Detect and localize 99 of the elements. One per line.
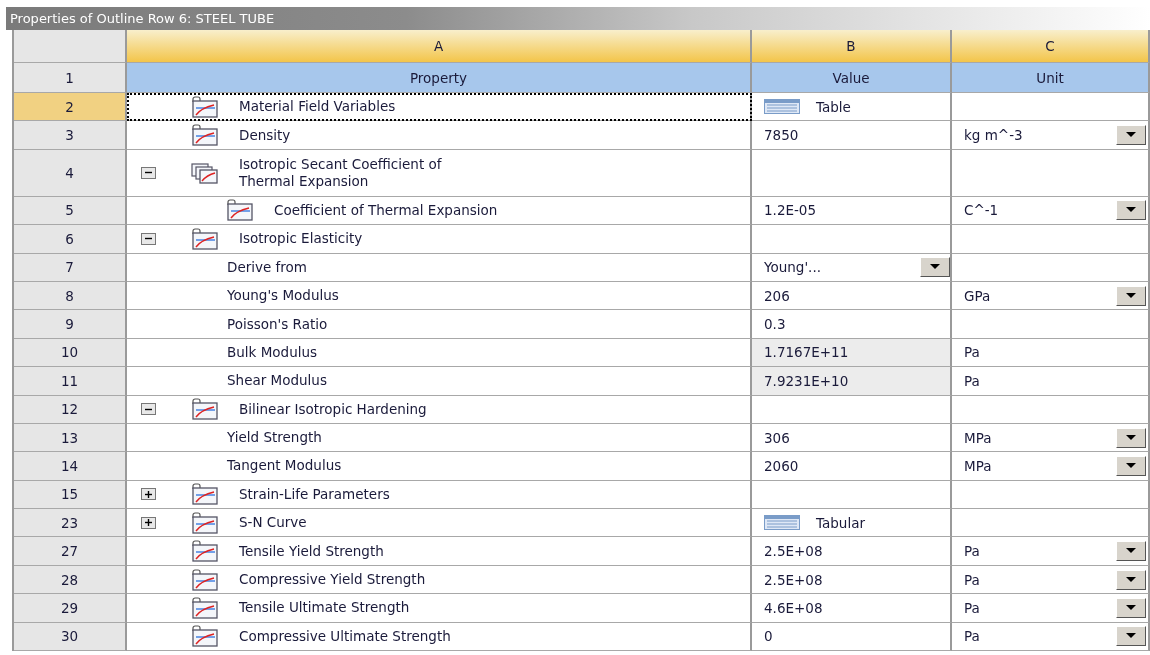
value-text: Table	[816, 98, 851, 115]
value-text[interactable]: 2.5E+08	[764, 571, 823, 588]
dropdown-value[interactable]: Young'...	[764, 259, 821, 276]
value-text: Tabular	[816, 514, 865, 531]
value-text[interactable]: 2.5E+08	[764, 543, 823, 560]
header-cell: Unit	[952, 63, 1150, 93]
property-label: Strain-Life Parameters	[239, 485, 390, 503]
plus-icon	[144, 518, 153, 528]
row-number[interactable]: 8	[14, 281, 127, 311]
unit-text: Pa	[964, 571, 980, 588]
row-number[interactable]: 23	[14, 509, 127, 538]
caret-icon	[1126, 207, 1136, 214]
unit-text: Pa	[964, 628, 980, 645]
plus-icon	[144, 489, 153, 499]
unit-text: Pa	[964, 372, 980, 389]
column-header[interactable]: A	[127, 30, 752, 63]
row-number[interactable]: 5	[14, 196, 127, 226]
property-label: Compressive Yield Strength	[239, 571, 426, 589]
unit-dropdown-button[interactable]	[1116, 541, 1146, 562]
unit-text: MPa	[964, 429, 992, 446]
caret-icon	[1126, 132, 1136, 139]
unit-dropdown-button[interactable]	[1116, 200, 1146, 221]
row-number[interactable]: 3	[14, 121, 127, 150]
row-number[interactable]: 11	[14, 367, 127, 396]
caret-icon	[1126, 548, 1136, 555]
property-label: Poisson's Ratio	[227, 315, 328, 333]
caret-icon	[1126, 576, 1136, 583]
value-text[interactable]: 7850	[764, 127, 799, 144]
row-number[interactable]: 10	[14, 338, 127, 368]
value-text[interactable]: 1.2E-05	[764, 202, 817, 219]
property-label: Tangent Modulus	[227, 457, 342, 475]
value-text[interactable]: 1.7167E+11	[764, 344, 849, 361]
collapse-toggle[interactable]	[141, 232, 156, 245]
column-header[interactable]: C	[952, 30, 1150, 63]
caret-icon	[1126, 292, 1136, 299]
property-label: Young's Modulus	[227, 287, 339, 305]
property-label: Density	[239, 126, 291, 144]
row-number[interactable]: 27	[14, 537, 127, 566]
unit-dropdown-button[interactable]	[1116, 285, 1146, 306]
unit-dropdown-button[interactable]	[1116, 456, 1146, 476]
property-label: Coefficient of Thermal Expansion	[274, 201, 498, 219]
property-label: Isotropic Elasticity	[239, 230, 363, 248]
unit-dropdown-button[interactable]	[1116, 427, 1146, 448]
unit-text: GPa	[964, 287, 991, 304]
row-number[interactable]: 6	[14, 225, 127, 254]
property-label: Shear Modulus	[227, 372, 327, 390]
row-number[interactable]: 30	[14, 622, 127, 652]
collapse-toggle[interactable]	[141, 166, 156, 179]
corner-cell[interactable]	[14, 30, 127, 63]
property-label: Tensile Ultimate Strength	[239, 599, 410, 617]
row-number[interactable]: 12	[14, 395, 127, 424]
expand-toggle[interactable]	[141, 488, 156, 501]
unit-text: Pa	[964, 599, 980, 616]
property-label: Tensile Yield Strength	[239, 542, 384, 560]
row-number: 1	[14, 63, 127, 93]
property-label: Isotropic Secant Coefficient of Thermal Expansion	[239, 155, 442, 190]
property-label: Bilinear Isotropic Hardening	[239, 400, 427, 418]
unit-text: MPa	[964, 458, 992, 474]
unit-dropdown-button[interactable]	[1116, 569, 1146, 590]
value-text[interactable]: 4.6E+08	[764, 599, 823, 616]
unit-text: Pa	[964, 543, 980, 560]
header-cell: Property	[127, 63, 752, 93]
property-label: Bulk Modulus	[227, 343, 318, 361]
value-text[interactable]: 2060	[764, 458, 799, 474]
property-label: Compressive Ultimate Strength	[239, 627, 451, 645]
value-text[interactable]: 0	[764, 628, 773, 645]
row-number[interactable]: 28	[14, 565, 127, 595]
row-number[interactable]: 4	[14, 149, 127, 197]
row-number[interactable]: 29	[14, 594, 127, 623]
unit-dropdown-button[interactable]	[1116, 626, 1146, 647]
header-cell: Value	[752, 63, 952, 93]
value-text[interactable]: 206	[764, 287, 790, 304]
unit-text: Pa	[964, 344, 980, 361]
property-label: Derive from	[227, 258, 307, 276]
unit-text: kg m^-3	[964, 127, 1023, 144]
value-text[interactable]: 306	[764, 429, 790, 446]
caret-icon	[1126, 604, 1136, 611]
row-number[interactable]: 9	[14, 310, 127, 339]
caret-icon	[1126, 633, 1136, 640]
unit-dropdown-button[interactable]	[1116, 597, 1146, 618]
row-number[interactable]: 2	[14, 93, 127, 122]
expand-toggle[interactable]	[141, 516, 156, 529]
caret-icon	[930, 264, 940, 271]
value-text[interactable]: 7.9231E+10	[764, 372, 849, 389]
row-number[interactable]: 14	[14, 452, 127, 481]
caret-icon	[1126, 434, 1136, 441]
column-header[interactable]: B	[752, 30, 952, 63]
property-label: Yield Strength	[227, 429, 322, 447]
unit-dropdown-button[interactable]	[1116, 125, 1146, 146]
caret-icon	[1126, 463, 1136, 469]
dropdown-button[interactable]	[920, 257, 950, 278]
collapse-toggle[interactable]	[141, 403, 156, 416]
row-number[interactable]: 15	[14, 480, 127, 510]
unit-text: C^-1	[964, 202, 999, 219]
row-number[interactable]: 13	[14, 423, 127, 453]
property-label: Material Field Variables	[239, 98, 396, 116]
property-label: S-N Curve	[239, 514, 307, 532]
row-number[interactable]: 7	[14, 253, 127, 282]
value-text[interactable]: 0.3	[764, 316, 786, 333]
